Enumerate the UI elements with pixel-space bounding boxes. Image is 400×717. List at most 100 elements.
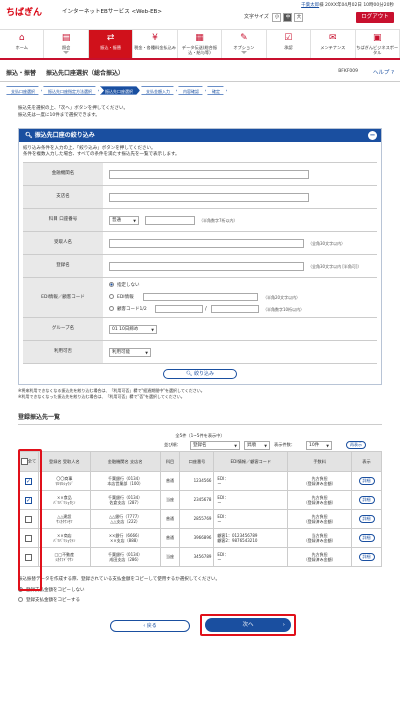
usage-row: 利用可否 利用可能 (23, 341, 377, 364)
back-button[interactable]: ‹ 戻る (110, 620, 190, 632)
edi-code-note: （半角数字10桁以内） (263, 306, 305, 312)
table-row: ✓ 〇〇商事 ﾏﾙﾏﾙｼｮｳｼﾞ 千葉銀行（0134） 本店営業部（100） 普通 1234… (18, 471, 382, 491)
nav-approve[interactable]: ☑ 承認 (267, 30, 312, 58)
nav-data[interactable]: ▦ データ伝送(総合振込・給与等) (178, 30, 223, 58)
nav-option[interactable]: ✎ オプション (222, 30, 267, 58)
order-select[interactable]: 昇順 (244, 441, 270, 450)
detail-button[interactable]: 詳細 (358, 496, 375, 504)
sort-label: 並び順： (164, 442, 181, 447)
table-header: 全て 登録名 受取人名 金融機関名 支店名 科目 口座番号 EDI情報／顧客コー… (18, 451, 382, 472)
separator: / (205, 305, 207, 312)
copy-label: 登録支払金額をコピーする (26, 598, 80, 603)
reg-label: 登録名 (23, 255, 103, 277)
edi-none-radio[interactable]: 指定しない (109, 281, 140, 288)
step: 支払金額入力 (141, 86, 177, 95)
edi-code1-input[interactable] (155, 304, 203, 313)
user-name[interactable]: 千葉太郎 (301, 3, 319, 8)
group-select[interactable]: 01 10日締め (109, 325, 157, 334)
table-row: ××商店 ﾊﾞﾂﾊﾞﾂｼｮｳﾃﾝ ××銀行（6666） ××支店（888） 普通 3966… (18, 528, 382, 548)
col-fee: 手数料 (287, 451, 352, 472)
bank-row: 金融機関名 (23, 163, 377, 186)
detail-button[interactable]: 詳細 (358, 515, 375, 523)
help-link[interactable]: ヘルプ ? (373, 68, 394, 76)
detail-button[interactable]: 詳細 (358, 553, 375, 561)
nav-maintenance[interactable]: ✉ メンテナンス (311, 30, 356, 58)
nav-label: ちばぎんビジネスポータル (356, 45, 399, 55)
payee-input[interactable] (109, 239, 304, 248)
nav-home[interactable]: ⌂ ホーム (0, 30, 45, 58)
row-bank: 千葉銀行（0134） 佐倉支店（287） (89, 490, 161, 510)
per-page-select[interactable]: 10件 (306, 441, 332, 450)
nav-transfer[interactable]: ⇄ 振込・振替 (88, 30, 134, 58)
redisplay-button[interactable]: 再表示 (346, 441, 366, 449)
edi-label: EDI情報／顧客コード (23, 278, 103, 317)
nav-portal[interactable]: ▣ ちばぎんビジネスポータル (356, 30, 400, 58)
nav-inquiry[interactable]: ▤ 照会 (44, 30, 89, 58)
nav-label: 振込・振替 (100, 45, 122, 50)
col-type: 科目 (159, 451, 181, 472)
row-type: 当座 (159, 547, 181, 567)
nav-tax[interactable]: ¥ 税金・各種料金払込み (133, 30, 178, 58)
row-edi: EDI：ー (213, 471, 289, 491)
step: 振込先口座指定方法選択 (43, 86, 99, 95)
reg-row: 登録名 （全角30文字以内 [半角可]） (23, 255, 377, 278)
edi-info-label: EDI情報 (117, 294, 134, 300)
row-detail-cell: 詳細 (351, 490, 382, 510)
size-small-button[interactable]: 小 (272, 13, 282, 22)
detail-button[interactable]: 詳細 (358, 534, 375, 542)
service-name: インターネットEBサービス <Web-EB> (62, 9, 162, 15)
filter-header[interactable]: 🔍︎ 振込先口座の絞り込み − (19, 129, 381, 142)
size-mid-button[interactable]: 中 (283, 13, 293, 22)
bank-logo: ちばぎん (6, 8, 43, 18)
highlight-next (200, 614, 296, 636)
row-fee: 先方負担 （登録済み金額） (287, 471, 352, 491)
row-name: △△建設 ｻﾝｶｸｹﾝｾﾂ (37, 509, 91, 529)
edi-info-input[interactable] (143, 292, 258, 301)
usage-select[interactable]: 利用可能 (109, 348, 151, 357)
row-acct: 3966896 (179, 528, 215, 548)
row-acct: 1234566 (179, 471, 215, 491)
instruction-line: 振込先は一度に10件まで選択できます。 (18, 113, 100, 118)
col-acct: 口座番号 (179, 451, 215, 472)
filter-submit-button[interactable]: 🔍︎ 絞り込み (163, 369, 237, 379)
row-acct: 2345678 (179, 490, 215, 510)
detail-button[interactable]: 詳細 (358, 477, 375, 485)
reg-input[interactable] (109, 262, 304, 271)
user-info: 千葉太郎様 20XX年04月02日 10時00分20秒 (301, 2, 394, 8)
account-type-select[interactable]: 普通 (109, 216, 139, 225)
account-number-input[interactable] (145, 216, 195, 225)
edi-info-radio[interactable]: EDI情報 (109, 293, 134, 300)
logout-button[interactable]: ログアウト (356, 12, 394, 23)
col-show: 表示 (351, 451, 382, 472)
branch-input[interactable] (109, 193, 309, 202)
edi-none-label: 指定しない (117, 282, 140, 288)
edi-code-radio[interactable]: 顧客コード1/2 (109, 305, 147, 312)
search-icon: 🔍︎ (186, 371, 194, 377)
bank-input[interactable] (109, 170, 309, 179)
collapse-icon[interactable]: − (368, 131, 377, 140)
instruction-line: 振込先を選択の上、「次へ」ボタンを押してください。 (18, 106, 128, 111)
account-row: 科目 口座番号 普通 （半角数字7桁以内） (23, 209, 377, 232)
row-name: □□不動産 ｼｶｸﾌﾄﾞｳｻﾝ (37, 547, 91, 567)
nav-label: 承認 (284, 45, 293, 50)
data-icon: ▦ (195, 33, 204, 43)
edi-row: EDI情報／顧客コード 指定しない EDI情報 （半角20文字以内） 顧客コード… (23, 278, 377, 318)
header-right: 千葉太郎様 20XX年04月02日 10時00分20秒 文字サイズ 小中大 ログ… (244, 2, 394, 28)
edi-code2-input[interactable] (211, 304, 259, 313)
copy-radio[interactable]: 登録支払金額をコピーする (18, 597, 382, 604)
row-type: 普通 (159, 471, 181, 491)
back-label: 戻る (146, 623, 157, 629)
filter-submit-label: 絞り込み (193, 371, 214, 377)
size-large-button[interactable]: 大 (294, 13, 304, 22)
no-copy-radio[interactable]: 登録支払金額をコピーしない (18, 587, 382, 594)
filter-desc: 絞り込み条件を入力の上、「絞り込み」ボタンを押してください。 条件を複数入力した… (19, 142, 381, 162)
tax-icon: ¥ (152, 33, 158, 43)
payee-row: 受取人名 （全角30文字以内） (23, 232, 377, 255)
row-type: 普通 (159, 509, 181, 529)
payee-label: 受取人名 (23, 232, 103, 254)
sort-select[interactable]: 登録名 (190, 441, 240, 450)
payee-table: 全て 登録名 受取人名 金融機関名 支店名 科目 口座番号 EDI情報／顧客コー… (18, 451, 382, 567)
row-acct: 2855769 (179, 509, 215, 529)
col-name: 登録名 受取人名 (37, 451, 91, 472)
nav-label: 照会 (61, 45, 71, 50)
